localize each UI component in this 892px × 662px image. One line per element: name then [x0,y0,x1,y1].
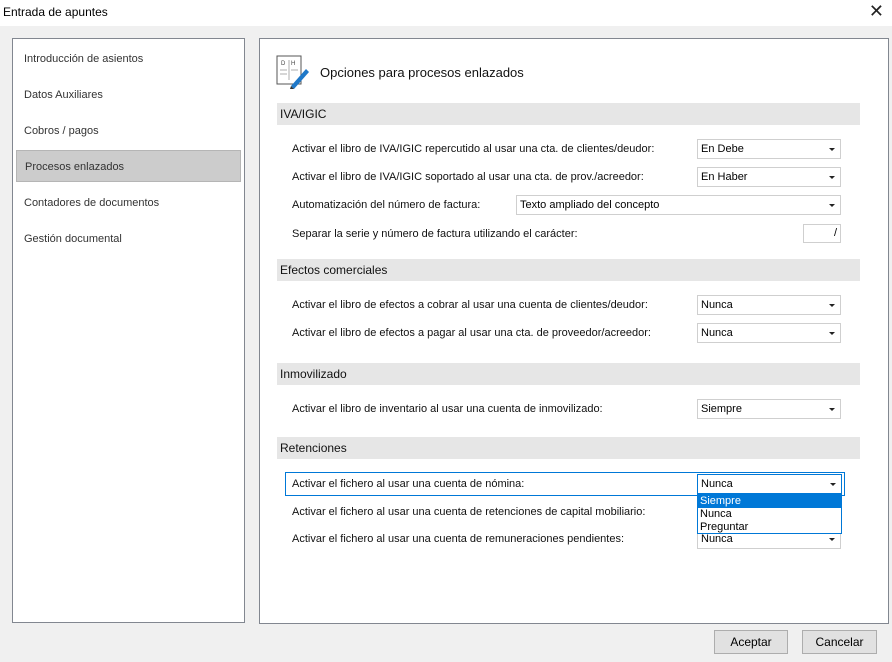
chevron-down-icon [829,408,835,411]
icon-letter-d: D [281,61,286,67]
label-efectos-pagar: Activar el libro de efectos a pagar al u… [292,327,651,339]
dropdown-option-preguntar[interactable]: Preguntar [698,521,841,534]
label-automatizacion-factura: Automatización del número de factura: [292,199,481,211]
sidebar-item-gestion-documental[interactable]: Gestión documental [16,223,241,255]
sidebar-item-datos-auxiliares[interactable]: Datos Auxiliares [16,79,241,111]
label-fichero-capital-mobiliario: Activar el fichero al usar una cuenta de… [292,506,646,518]
combo-automatizacion-factura[interactable]: Texto ampliado del concepto [516,195,841,215]
section-inmovilizado: Inmovilizado [277,363,860,385]
dropdown-option-nunca[interactable]: Nunca [698,508,841,521]
sidebar: Introducción de asientos Datos Auxiliare… [12,38,245,623]
icon-letter-h: H [291,61,295,67]
combo-value: Nunca [701,478,733,490]
sidebar-item-procesos-enlazados[interactable]: Procesos enlazados [16,150,241,182]
label-iva-soportado: Activar el libro de IVA/IGIC soportado a… [292,171,644,183]
cancel-button[interactable]: Cancelar [802,630,877,654]
section-retenciones: Retenciones [277,437,860,459]
chevron-down-icon [829,332,835,335]
combo-value: Nunca [701,327,733,339]
label-efectos-cobrar: Activar el libro de efectos a cobrar al … [292,299,648,311]
label-inventario: Activar el libro de inventario al usar u… [292,403,603,415]
section-iva-igic: IVA/IGIC [277,103,860,125]
page-title: Opciones para procesos enlazados [320,65,524,80]
dropdown-option-siempre[interactable]: Siempre [698,495,841,508]
window-title: Entrada de apuntes [3,5,108,19]
label-iva-repercutido: Activar el libro de IVA/IGIC repercutido… [292,143,655,155]
title-bar: Entrada de apuntes ✕ [0,0,892,26]
edit-document-icon: D H [276,55,309,89]
combo-inventario[interactable]: Siempre [697,399,841,419]
options-panel: D H Opciones para procesos enlazados IVA… [259,38,889,624]
section-efectos-comerciales: Efectos comerciales [277,259,860,281]
close-icon[interactable]: ✕ [869,1,884,21]
chevron-down-icon [829,176,835,179]
chevron-down-icon [830,483,836,486]
combo-fichero-nomina[interactable]: Nunca [697,474,842,494]
chevron-down-icon [829,204,835,207]
combo-efectos-pagar[interactable]: Nunca [697,323,841,343]
combo-value: Texto ampliado del concepto [520,199,660,211]
separator-char-value: / [833,227,837,239]
chevron-down-icon [829,538,835,541]
separator-char-input[interactable]: / [803,224,841,243]
label-separar-serie: Separar la serie y número de factura uti… [292,228,578,240]
combo-efectos-cobrar[interactable]: Nunca [697,295,841,315]
label-fichero-remuneraciones: Activar el fichero al usar una cuenta de… [292,533,625,545]
chevron-down-icon [829,304,835,307]
dropdown-list-nomina: Siempre Nunca Preguntar [697,494,842,534]
combo-iva-soportado[interactable]: En Haber [697,167,841,187]
combo-iva-repercutido[interactable]: En Debe [697,139,841,159]
combo-value: Siempre [701,403,742,415]
chevron-down-icon [829,148,835,151]
label-fichero-nomina: Activar el fichero al usar una cuenta de… [292,478,525,490]
combo-value: En Debe [701,143,744,155]
sidebar-item-introduccion[interactable]: Introducción de asientos [16,43,241,75]
combo-value: En Haber [701,171,748,183]
combo-value: Nunca [701,533,733,545]
sidebar-item-cobros-pagos[interactable]: Cobros / pagos [16,115,241,147]
accept-button[interactable]: Aceptar [714,630,788,654]
combo-value: Nunca [701,299,733,311]
sidebar-item-contadores[interactable]: Contadores de documentos [16,187,241,219]
